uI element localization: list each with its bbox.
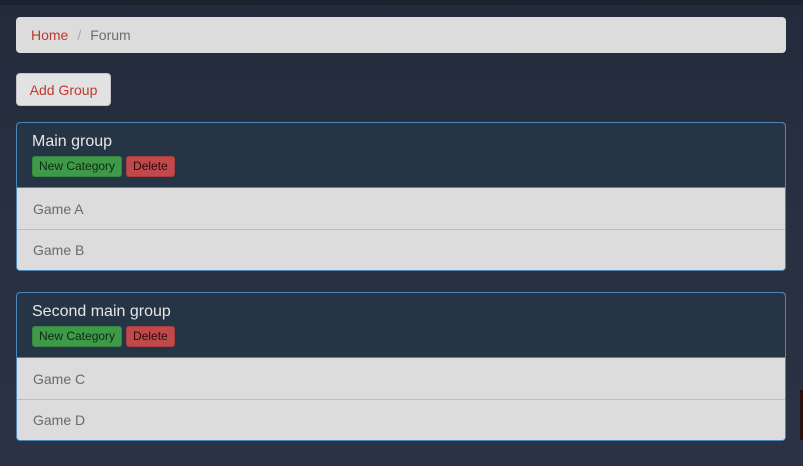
group-actions: New Category Delete [32,156,770,177]
group-panel-second: Second main group New Category Delete Ga… [16,292,786,441]
category-item[interactable]: Game D [17,399,785,440]
group-actions: New Category Delete [32,326,770,347]
breadcrumb-home-link[interactable]: Home [31,27,68,43]
new-category-button[interactable]: New Category [32,326,123,347]
group-title: Main group [32,133,113,150]
delete-group-button[interactable]: Delete [126,156,175,177]
group-header: Second main group New Category Delete [17,293,785,358]
category-item[interactable]: Game C [17,358,785,399]
group-panel-main: Main group New Category Delete Game A Ga… [16,122,786,271]
category-item[interactable]: Game B [17,229,785,270]
group-header: Main group New Category Delete [17,123,785,188]
breadcrumb: Home / Forum [16,17,786,53]
breadcrumb-current: Forum [90,27,131,43]
category-item[interactable]: Game A [17,188,785,229]
delete-group-button[interactable]: Delete [126,326,175,347]
breadcrumb-separator: / [77,27,82,43]
top-edge [0,0,803,5]
group-title: Second main group [32,303,171,320]
add-group-button[interactable]: Add Group [16,73,111,106]
new-category-button[interactable]: New Category [32,156,123,177]
